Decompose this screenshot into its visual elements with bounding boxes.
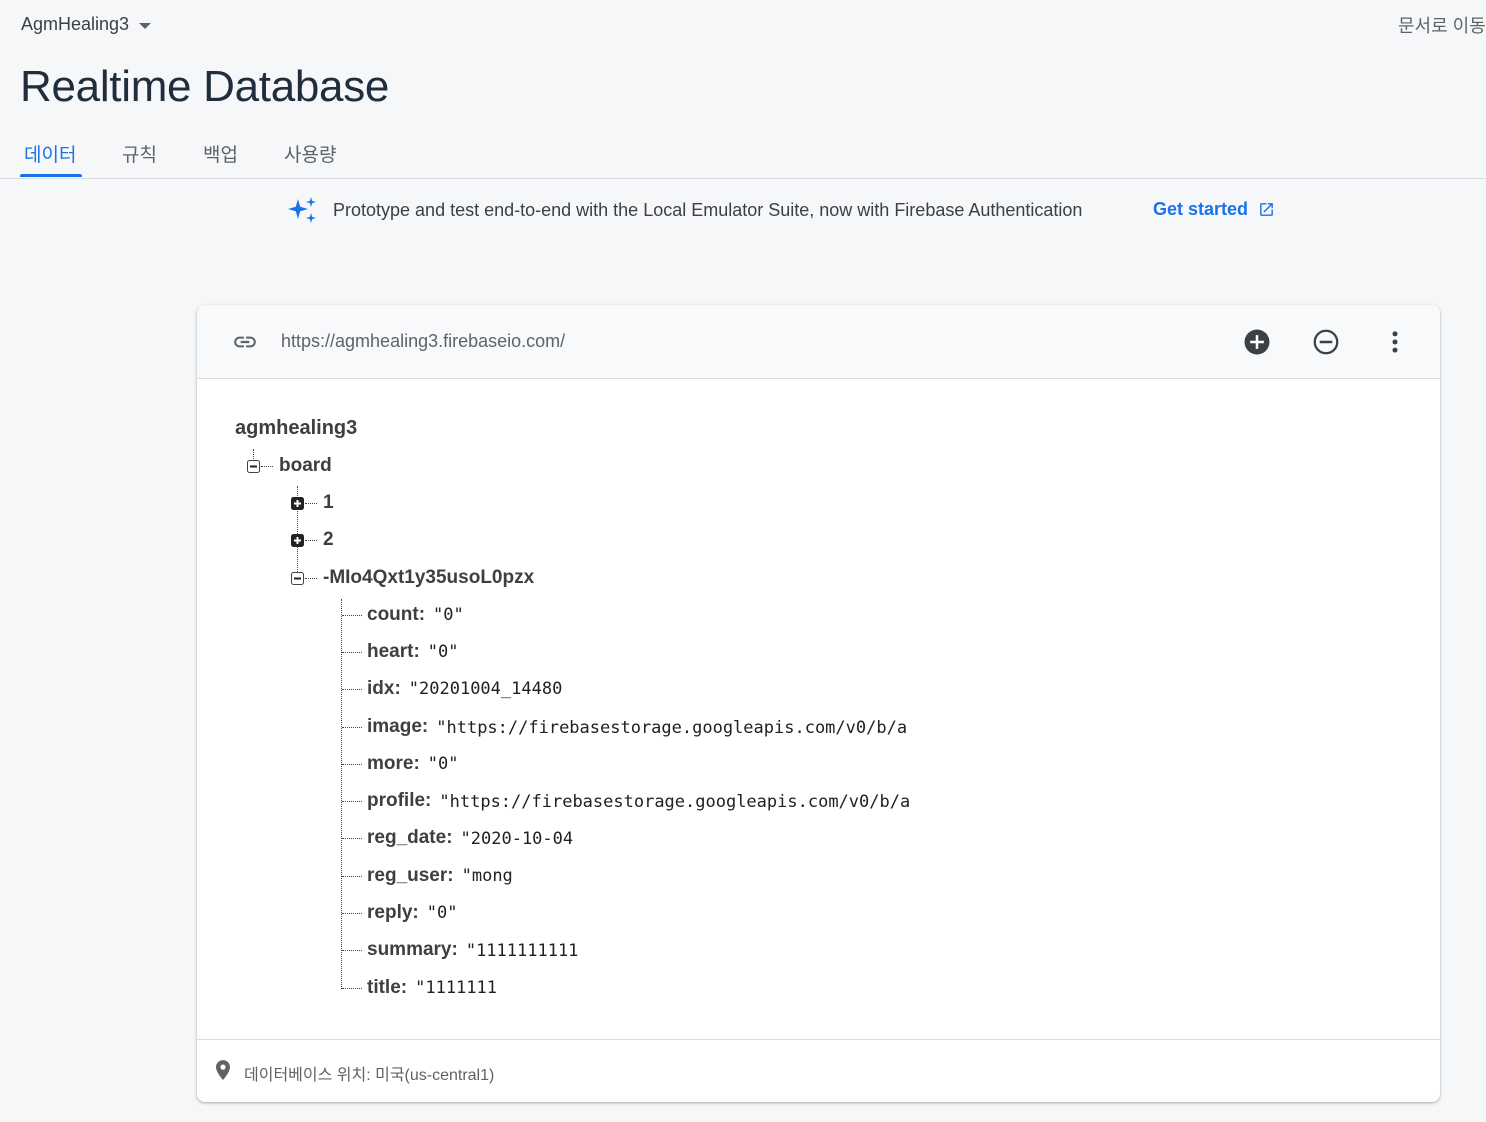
- banner-text: Prototype and test end-to-end with the L…: [333, 199, 1083, 220]
- more-vert-icon[interactable]: [1380, 327, 1410, 357]
- tree-connector: [341, 599, 342, 989]
- field-value: "1111111111: [465, 941, 579, 961]
- tree-connector: [342, 615, 362, 616]
- field-title[interactable]: title: "1111111: [367, 977, 497, 999]
- field-value: "mong: [461, 866, 513, 886]
- field-value: "0": [433, 605, 464, 625]
- link-icon: [234, 336, 256, 348]
- field-key: reg_user:: [367, 865, 454, 886]
- location-pin-icon: [216, 1060, 230, 1080]
- database-location-bar: 데이터베이스 위치: 미국(us-central1): [197, 1039, 1440, 1102]
- emulator-banner: Prototype and test end-to-end with the L…: [287, 196, 1273, 224]
- expand-toggle-icon[interactable]: [291, 497, 304, 510]
- tab-backups[interactable]: 백업: [203, 140, 238, 167]
- field-count[interactable]: count: "0": [367, 604, 464, 626]
- page-title: Realtime Database: [20, 62, 390, 111]
- field-reg-user[interactable]: reg_user: "mong: [367, 865, 513, 887]
- field-key: summary:: [367, 939, 458, 960]
- tree-connector: [342, 876, 362, 877]
- database-url-bar: https://agmhealing3.firebaseio.com/: [197, 305, 1440, 379]
- database-card: https://agmhealing3.firebaseio.com/ agmh…: [197, 305, 1440, 1102]
- field-value: "0": [427, 754, 459, 774]
- field-value: "2020-10-04: [460, 829, 574, 849]
- tab-data[interactable]: 데이터: [24, 140, 76, 167]
- field-value: "0": [427, 642, 459, 662]
- field-key: count:: [367, 604, 426, 625]
- tree-node-record[interactable]: -MIo4Qxt1y35usoL0pzx: [323, 567, 534, 589]
- chevron-down-icon: [139, 22, 152, 29]
- field-summary[interactable]: summary: "1111111111: [367, 939, 582, 961]
- tree-root[interactable]: agmhealing3: [235, 417, 357, 440]
- tree-connector: [305, 540, 317, 541]
- tab-usage[interactable]: 사용량: [284, 140, 336, 167]
- tree-node-board[interactable]: board: [279, 455, 332, 477]
- tree-node-2[interactable]: 2: [323, 529, 334, 551]
- tree-connector: [305, 503, 317, 504]
- get-started-link[interactable]: Get started: [1153, 199, 1275, 220]
- field-key: reply:: [367, 902, 419, 923]
- tree-connector: [342, 838, 362, 839]
- field-key: title:: [367, 977, 408, 998]
- tree-connector: [305, 578, 317, 579]
- field-value: "1111111: [415, 978, 497, 998]
- field-reg-date[interactable]: reg_date: "2020-10-04: [367, 827, 579, 849]
- field-profile[interactable]: profile: "https://firebasestorage.googlea…: [367, 790, 945, 812]
- field-key: idx:: [367, 678, 401, 699]
- get-started-label: Get started: [1153, 199, 1249, 219]
- tree-connector: [342, 764, 362, 765]
- tree-connector: [342, 988, 362, 989]
- tree-connector: [342, 652, 362, 653]
- sparkle-icon: [288, 197, 316, 223]
- field-value: "https://firebasestorage.googleapis.com/…: [439, 792, 911, 812]
- tab-bar: 데이터 규칙 백업 사용량: [0, 136, 1486, 179]
- remove-circle-icon[interactable]: [1311, 327, 1341, 357]
- field-idx[interactable]: idx: "20201004_14480: [367, 678, 562, 700]
- add-circle-icon[interactable]: [1242, 327, 1272, 357]
- tree-connector: [261, 466, 273, 467]
- field-image[interactable]: image: "https://firebasestorage.googleapi…: [367, 716, 942, 738]
- data-tree: agmhealing3 board 1 2 -MIo4Qxt1y35usoL0p…: [197, 379, 1440, 1039]
- tab-rules[interactable]: 규칙: [122, 140, 157, 167]
- tree-connector: [342, 689, 362, 690]
- project-selector[interactable]: AgmHealing3: [21, 14, 152, 35]
- project-name: AgmHealing3: [21, 14, 130, 34]
- tree-connector: [342, 913, 362, 914]
- tree-node-1[interactable]: 1: [323, 492, 334, 514]
- database-url: https://agmhealing3.firebaseio.com/: [281, 331, 566, 351]
- tree-connector: [342, 727, 362, 728]
- field-heart[interactable]: heart: "0": [367, 641, 459, 663]
- collapse-toggle-icon[interactable]: [247, 460, 260, 473]
- field-key: image:: [367, 716, 429, 737]
- tree-connector: [342, 801, 362, 802]
- field-value: "https://firebasestorage.googleapis.com/…: [436, 718, 908, 738]
- expand-toggle-icon[interactable]: [291, 534, 304, 547]
- field-value: "0": [426, 903, 458, 923]
- tree-connector: [342, 950, 362, 951]
- field-key: more:: [367, 753, 420, 774]
- collapse-toggle-icon[interactable]: [291, 572, 304, 585]
- field-key: reg_date:: [367, 827, 453, 848]
- open-in-new-icon: [1260, 203, 1273, 216]
- field-key: heart:: [367, 641, 420, 662]
- field-more[interactable]: more: "0": [367, 753, 459, 775]
- field-key: profile:: [367, 790, 432, 811]
- docs-link[interactable]: 문서로 이동: [1398, 12, 1486, 38]
- active-tab-indicator: [20, 174, 82, 177]
- field-value: "20201004_14480: [408, 679, 563, 699]
- field-reply[interactable]: reply: "0": [367, 902, 457, 924]
- database-location: 데이터베이스 위치: 미국(us-central1): [244, 1067, 495, 1084]
